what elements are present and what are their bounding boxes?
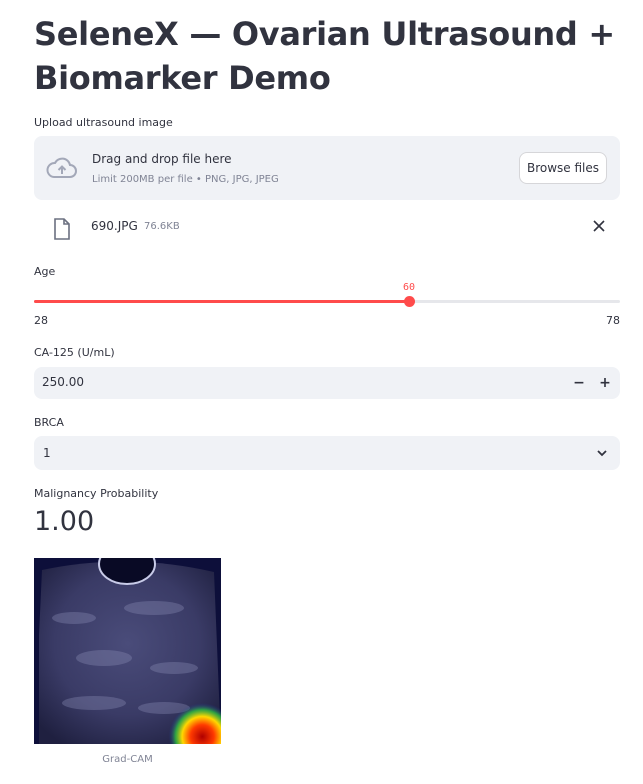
gradcam-image bbox=[34, 558, 221, 744]
age-min-label: 28 bbox=[34, 314, 48, 327]
file-icon bbox=[54, 218, 70, 240]
ca125-number-input[interactable]: 250.00 − + bbox=[34, 367, 620, 399]
close-icon[interactable] bbox=[592, 219, 606, 233]
metric-value: 1.00 bbox=[34, 506, 95, 537]
age-max-label: 78 bbox=[606, 314, 620, 327]
chevron-down-icon bbox=[597, 450, 607, 457]
page-title: SeleneX — Ovarian Ultrasound + Biomarker… bbox=[34, 15, 615, 97]
age-slider[interactable]: 60 bbox=[34, 282, 620, 307]
brca-selected-value: 1 bbox=[43, 446, 51, 460]
age-label: Age bbox=[34, 265, 56, 278]
decrement-button[interactable]: − bbox=[566, 367, 592, 399]
image-caption: Grad-CAM bbox=[102, 754, 153, 765]
file-name: 690.JPG bbox=[91, 219, 138, 233]
dropzone-subtitle: Limit 200MB per file • PNG, JPG, JPEG bbox=[92, 174, 279, 185]
upload-label: Upload ultrasound image bbox=[34, 116, 173, 129]
uploaded-file: 690.JPG 76.6KB bbox=[34, 210, 620, 246]
increment-button[interactable]: + bbox=[592, 367, 618, 399]
ca125-value: 250.00 bbox=[42, 375, 84, 389]
metric-label: Malignancy Probability bbox=[34, 487, 159, 500]
file-size: 76.6KB bbox=[144, 221, 180, 232]
age-slider-fill bbox=[34, 300, 410, 303]
cloud-upload-icon bbox=[46, 157, 77, 178]
dropzone-title: Drag and drop file here bbox=[92, 152, 232, 166]
ca125-label: CA-125 (U/mL) bbox=[34, 346, 115, 359]
age-slider-thumb[interactable] bbox=[404, 296, 416, 307]
brca-select[interactable]: 1 bbox=[34, 436, 620, 470]
browse-files-button[interactable]: Browse files bbox=[519, 152, 607, 184]
file-dropzone[interactable]: Drag and drop file here Limit 200MB per … bbox=[34, 136, 620, 200]
brca-label: BRCA bbox=[34, 416, 64, 429]
age-slider-value: 60 bbox=[403, 282, 416, 293]
